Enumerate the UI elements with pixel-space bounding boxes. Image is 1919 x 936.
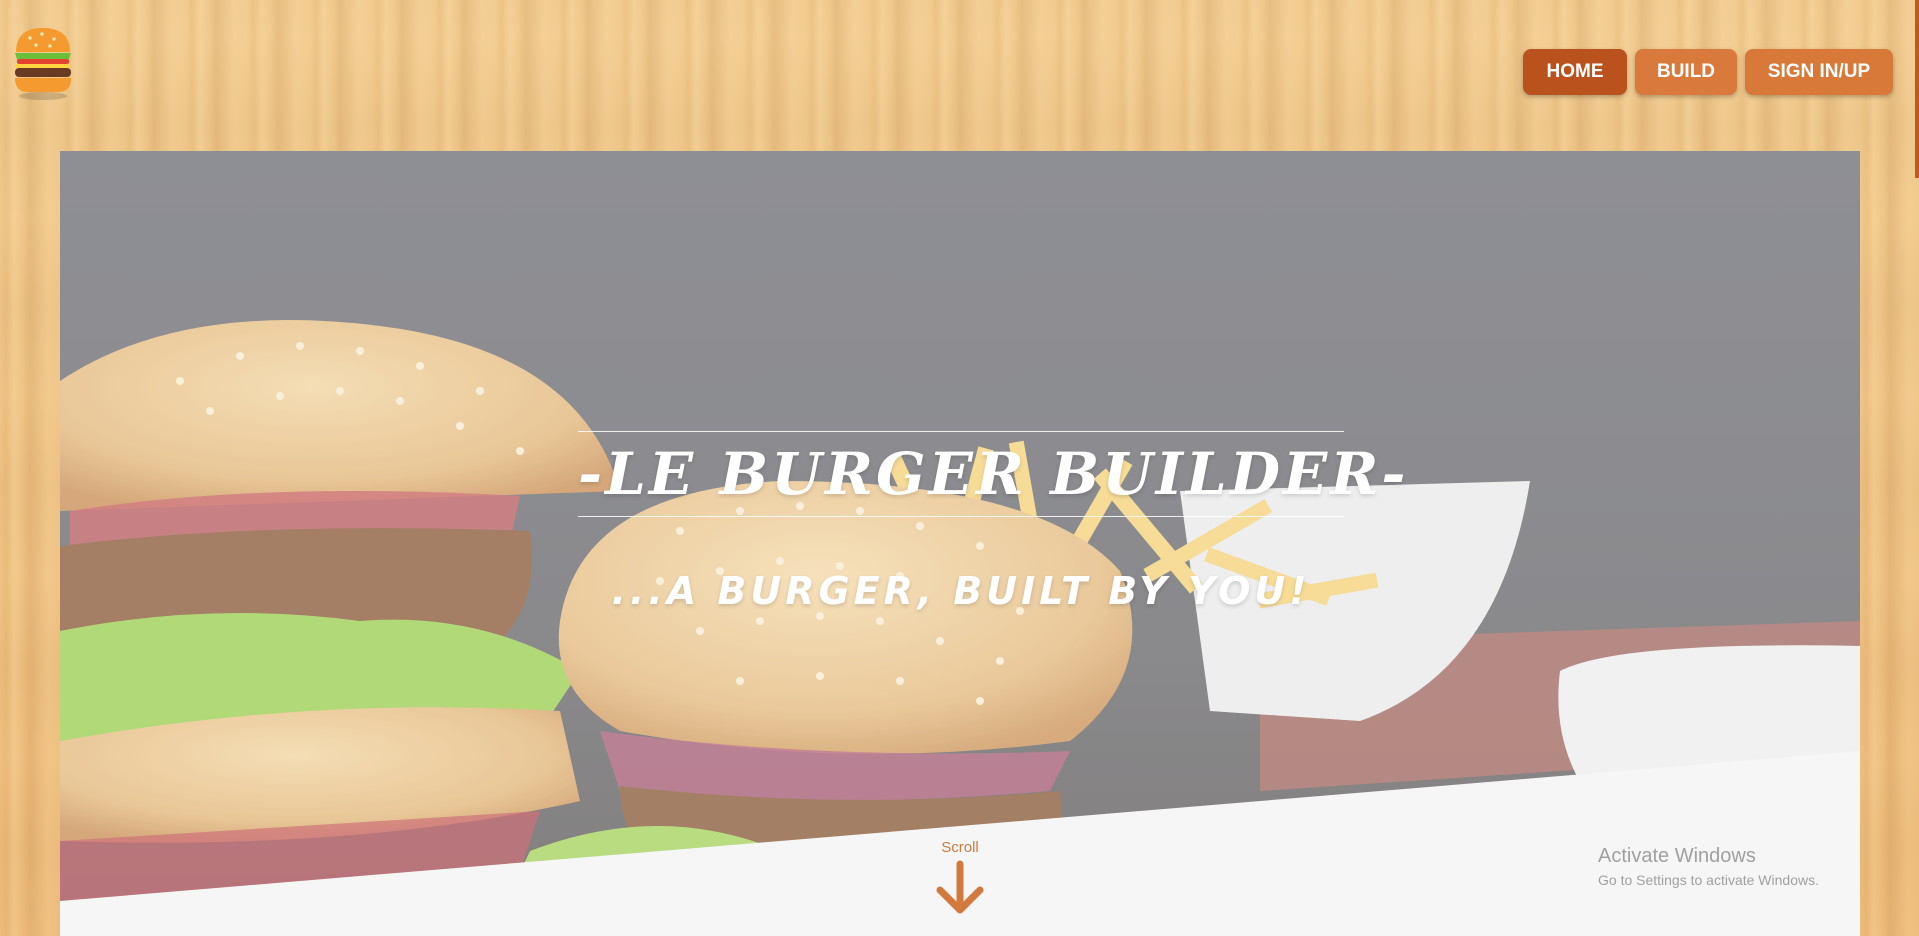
watermark-line1: Activate Windows	[1598, 845, 1756, 867]
main-nav: HOME BUILD SIGN IN/UP	[1523, 49, 1893, 95]
hero-title: -LE BURGER BUILDER-	[578, 440, 1409, 508]
watermark-line2: Go to Settings to activate Windows.	[1598, 872, 1819, 888]
hero-section: -LE BURGER BUILDER- ...A BURGER, BUILT B…	[60, 151, 1860, 936]
hero-subtitle: ...A BURGER, BUILT BY YOU!	[611, 569, 1311, 613]
title-bottom-rule	[578, 516, 1344, 517]
nav-sign-in-button[interactable]: SIGN IN/UP	[1745, 49, 1893, 95]
nav-build-button[interactable]: BUILD	[1635, 49, 1737, 95]
nav-home-button[interactable]: HOME	[1523, 49, 1627, 95]
hero-title-block: -LE BURGER BUILDER-	[578, 431, 1409, 517]
arrow-down-icon[interactable]	[934, 860, 986, 916]
burger-logo-icon[interactable]	[12, 24, 74, 102]
scroll-label: Scroll	[941, 839, 979, 856]
right-edge-accent	[1915, 0, 1919, 178]
windows-activation-watermark: Activate Windows Go to Settings to activ…	[1598, 845, 1819, 888]
scroll-indicator[interactable]: Scroll	[920, 839, 1000, 916]
hero-slant-divider	[60, 751, 1860, 936]
